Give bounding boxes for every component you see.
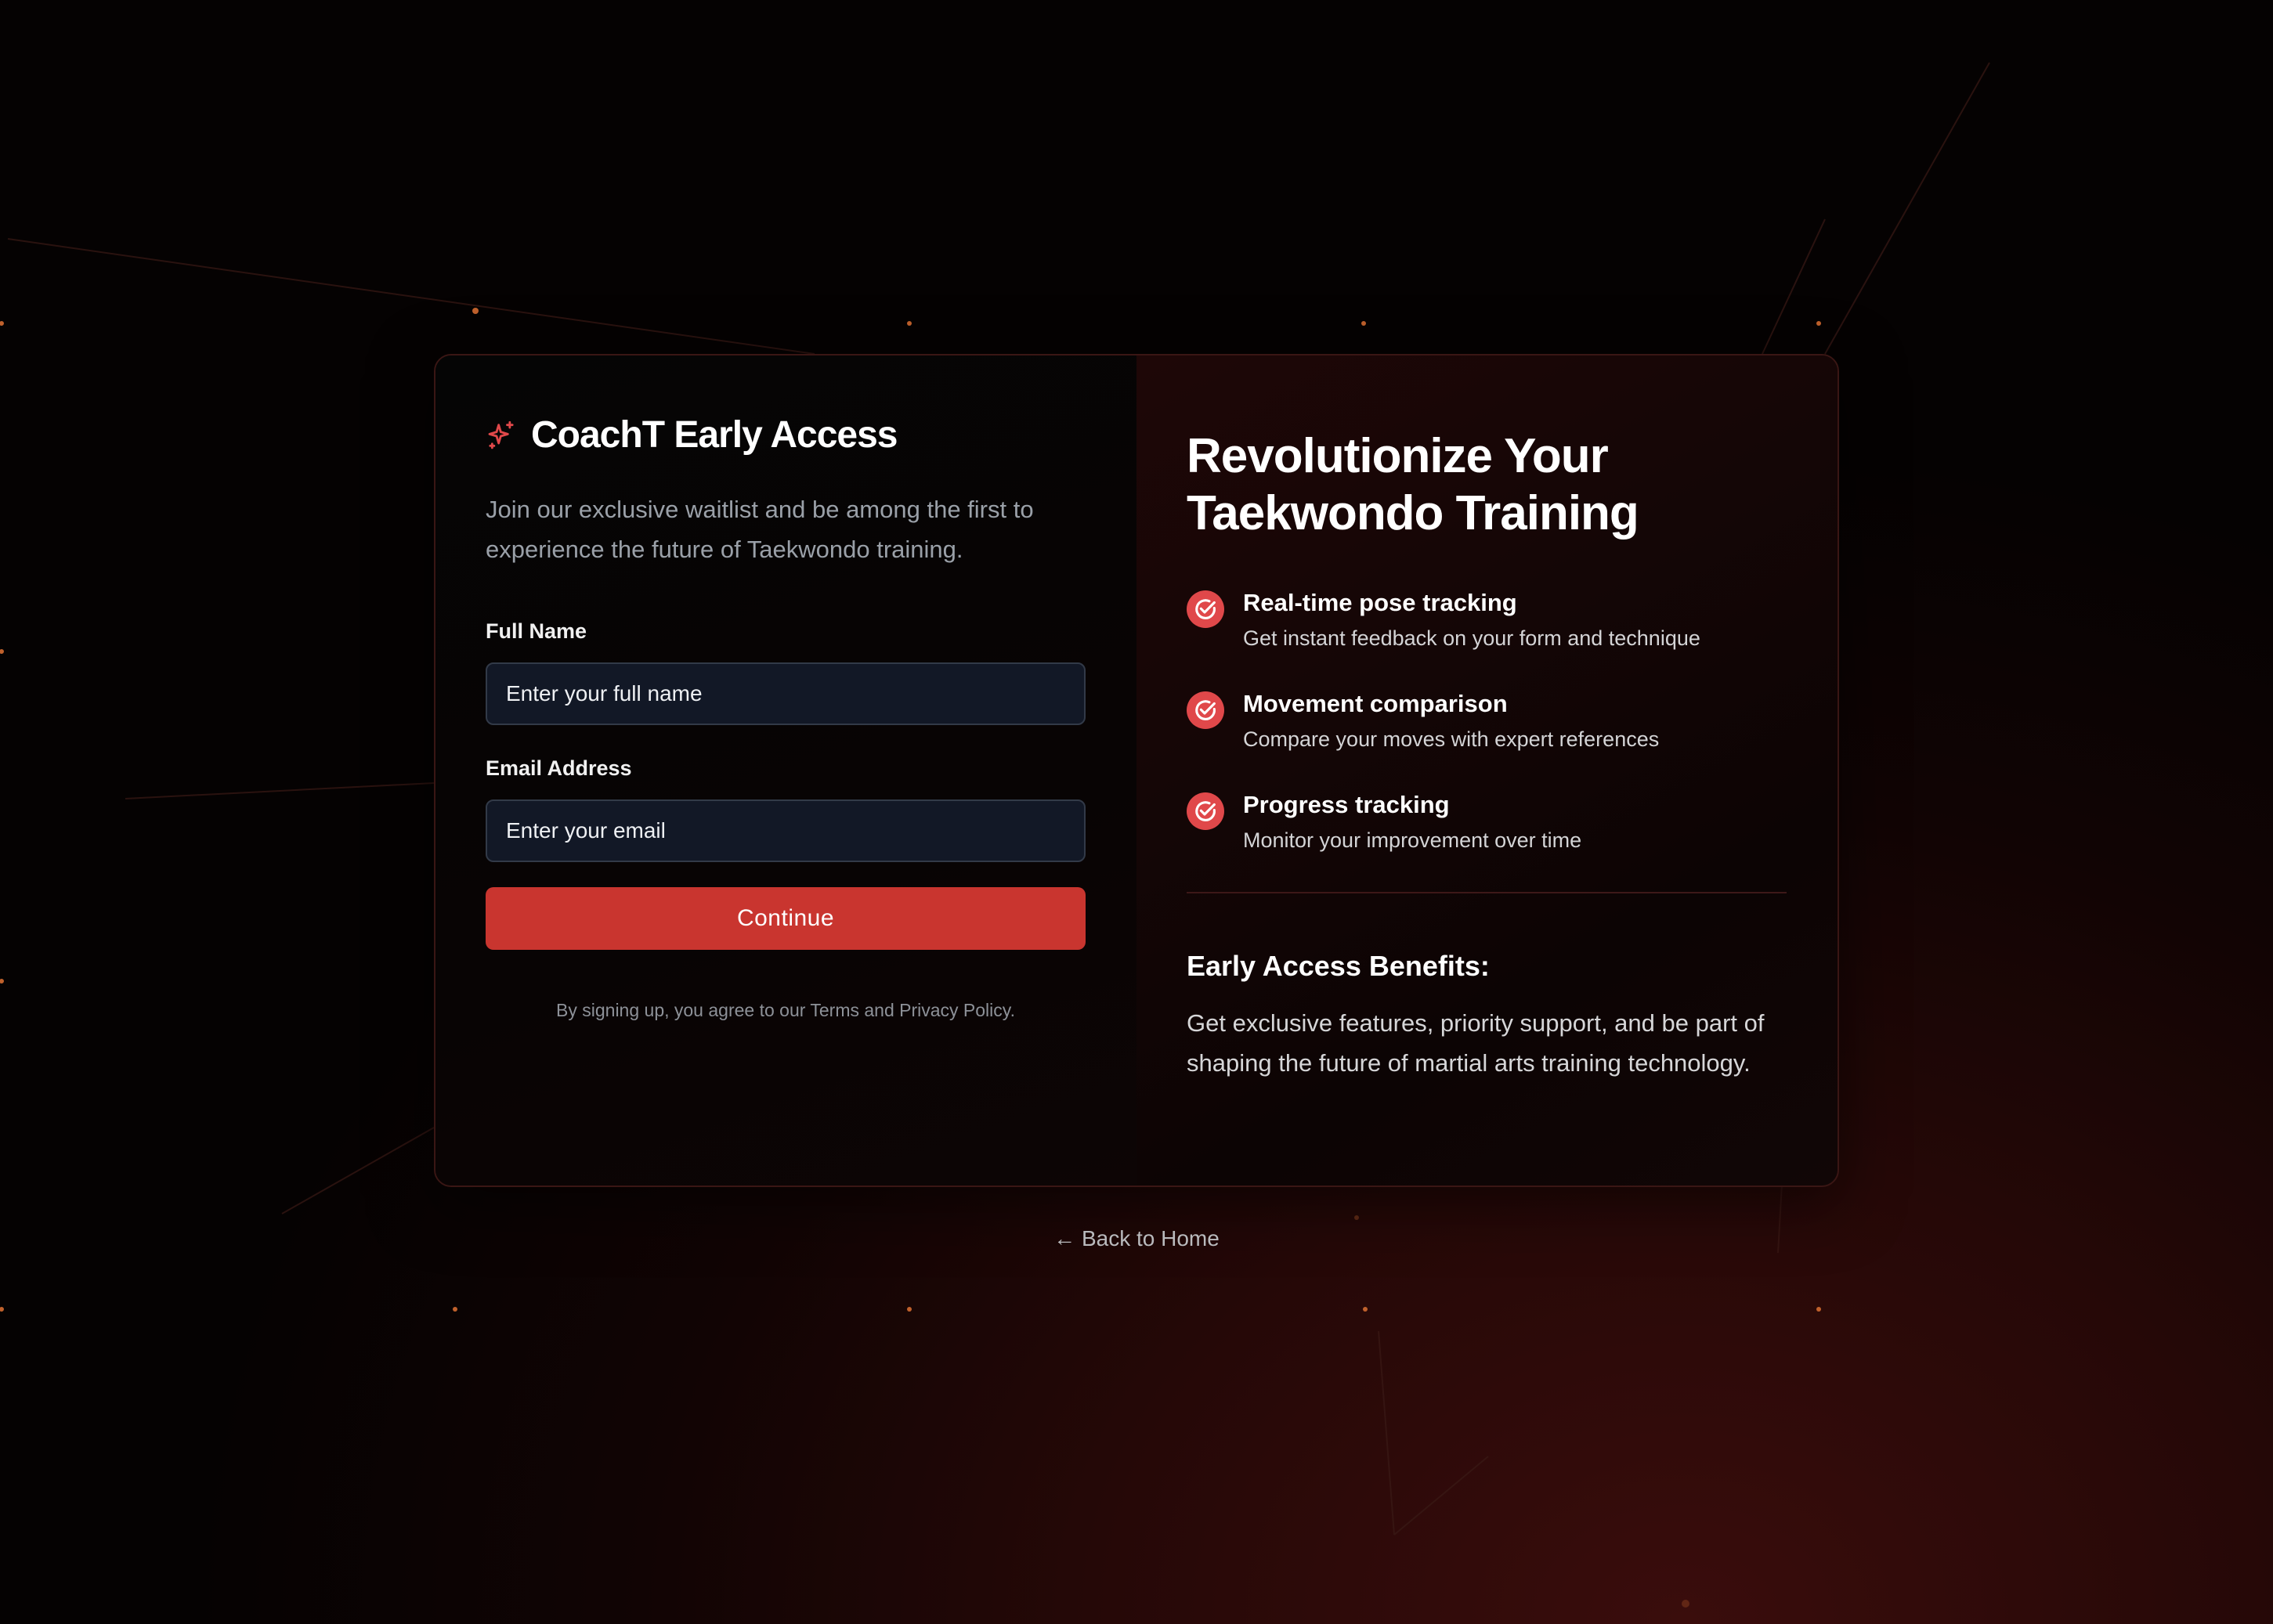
check-circle-icon xyxy=(1187,590,1224,628)
email-field[interactable] xyxy=(486,799,1086,862)
feature-title: Real-time pose tracking xyxy=(1243,589,1517,616)
intro-text: Join our exclusive waitlist and be among… xyxy=(486,496,1034,563)
full-name-label: Full Name xyxy=(486,619,587,643)
back-to-home-link[interactable]: ← Back to Home xyxy=(0,1226,2273,1251)
benefits-text: Get exclusive features, priority support… xyxy=(1187,1009,1765,1077)
divider xyxy=(1187,892,1787,893)
headline-line-2: Taekwondo Training xyxy=(1187,486,1639,540)
sparkles-icon xyxy=(488,420,514,449)
benefits-title: Early Access Benefits: xyxy=(1187,950,1490,982)
feature-title: Movement comparison xyxy=(1243,690,1508,717)
check-circle-icon xyxy=(1187,792,1224,830)
terms-notice: By signing up, you agree to our Terms an… xyxy=(556,1000,1015,1020)
feature-description: Get instant feedback on your form and te… xyxy=(1243,626,1700,650)
feature-item: Movement comparison Compare your moves w… xyxy=(1187,690,1787,752)
feature-list: Real-time pose tracking Get instant feed… xyxy=(1187,589,1787,853)
full-name-field[interactable] xyxy=(486,662,1086,725)
headline-line-1: Revolutionize Your xyxy=(1187,429,1609,483)
feature-item: Real-time pose tracking Get instant feed… xyxy=(1187,589,1787,651)
feature-description: Compare your moves with expert reference… xyxy=(1243,727,1660,751)
feature-item: Progress tracking Monitor your improveme… xyxy=(1187,791,1787,853)
signup-form-panel: CoachT Early Access Join our exclusive w… xyxy=(435,355,1136,1186)
brand-header: CoachT Early Access xyxy=(486,413,1086,457)
page-title: CoachT Early Access xyxy=(531,414,898,456)
email-label: Email Address xyxy=(486,756,632,780)
promo-headline: Revolutionize Your Taekwondo Training xyxy=(1187,428,1787,542)
signup-card: CoachT Early Access Join our exclusive w… xyxy=(434,354,1839,1187)
check-circle-icon xyxy=(1187,691,1224,729)
continue-button[interactable]: Continue xyxy=(486,887,1086,950)
promo-panel: Revolutionize Your Taekwondo Training Re… xyxy=(1136,355,1838,1186)
feature-title: Progress tracking xyxy=(1243,791,1450,818)
feature-description: Monitor your improvement over time xyxy=(1243,828,1582,852)
